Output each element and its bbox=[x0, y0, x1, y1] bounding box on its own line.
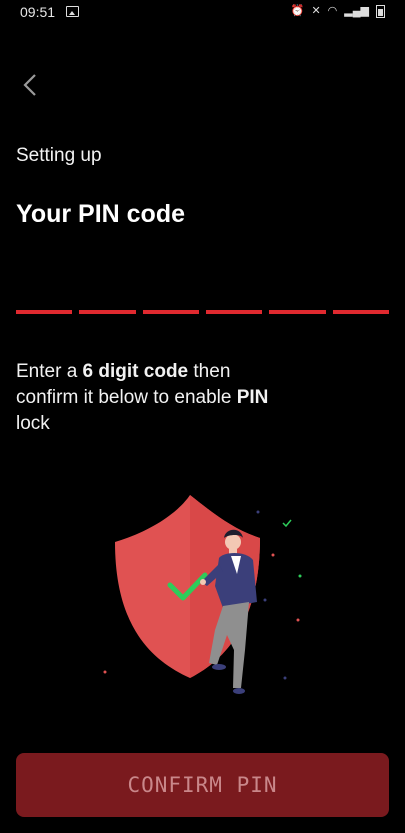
status-bar: 09:51 ⏰ ✕ ◠ ▂▄▆ bbox=[0, 0, 405, 24]
wifi-icon: ◠ bbox=[327, 5, 338, 17]
pin-slot bbox=[205, 310, 263, 314]
instructions-text: Enter a 6 digit code then confirm it bel… bbox=[16, 361, 269, 434]
status-icons: ⏰ ✕ ◠ ▂▄▆ bbox=[291, 4, 385, 18]
pin-slot bbox=[269, 310, 326, 314]
chevron-left-icon bbox=[23, 74, 36, 96]
pin-slot bbox=[79, 310, 136, 314]
page-title: Your PIN code bbox=[16, 200, 186, 228]
battery-icon bbox=[376, 4, 385, 18]
security-shield-illustration bbox=[95, 490, 315, 700]
pin-slot bbox=[142, 310, 199, 314]
mute-icon: ✕ bbox=[311, 5, 321, 17]
pin-slot bbox=[16, 310, 73, 314]
pin-slot bbox=[332, 310, 389, 314]
confirm-pin-button[interactable]: CONFIRM PIN bbox=[16, 753, 389, 817]
page-subtitle: Setting up bbox=[16, 145, 102, 166]
back-button[interactable] bbox=[18, 70, 46, 100]
pin-input[interactable] bbox=[16, 310, 389, 314]
signal-icon: ▂▄▆ bbox=[344, 5, 369, 17]
status-time: 09:51 bbox=[20, 4, 56, 20]
image-icon bbox=[66, 6, 79, 17]
alarm-icon: ⏰ bbox=[290, 5, 305, 17]
